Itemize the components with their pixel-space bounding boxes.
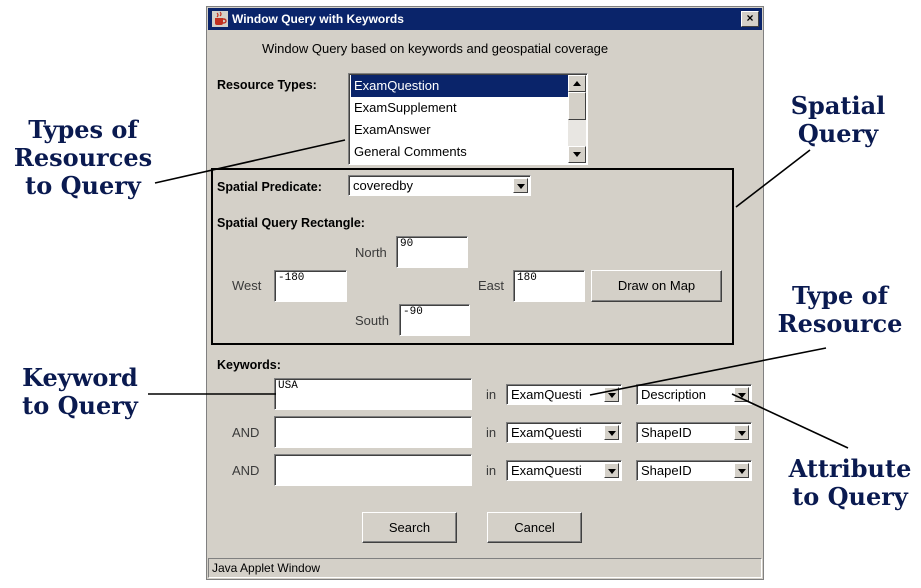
annotation-spatial-query: Spatial Query — [778, 92, 898, 148]
annotation-line: to Query — [25, 171, 141, 200]
annotation-line: Spatial — [790, 91, 886, 120]
annotation-line: Resource — [777, 309, 903, 338]
annotation-line: Query — [797, 119, 879, 148]
annotation-line: Type of — [792, 281, 888, 310]
annotation-type-of-resource: Type of Resource — [765, 282, 915, 338]
annotation-keyword-to-query: Keyword to Query — [10, 364, 150, 420]
annotation-line: Attribute — [788, 454, 912, 483]
annotation-attribute-to-query: Attribute to Query — [782, 455, 918, 511]
annotation-line: to Query — [22, 391, 138, 420]
annotation-line: Resources — [13, 143, 153, 172]
annotation-line: to Query — [792, 482, 908, 511]
annotation-line: Keyword — [22, 363, 138, 392]
annotation-types-of-resources: Types of Resources to Query — [8, 116, 158, 200]
annotation-line: Types of — [28, 115, 138, 144]
